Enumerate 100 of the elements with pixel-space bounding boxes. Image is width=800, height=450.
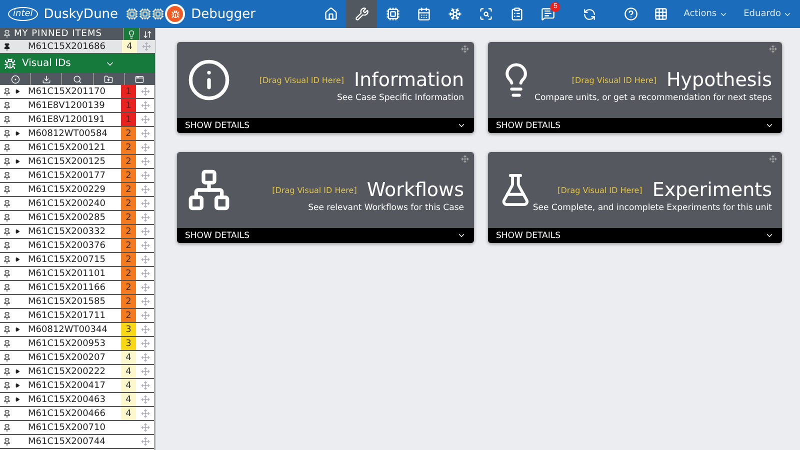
pin-icon[interactable] — [3, 102, 11, 110]
visual-id[interactable]: M61C15X201101 — [28, 268, 121, 278]
card-title: Experiments — [652, 179, 772, 201]
visual-id[interactable]: M61C15X200121 — [28, 142, 121, 152]
expand-caret-icon[interactable] — [14, 131, 20, 136]
visual-id[interactable]: M61C15X200463 — [28, 394, 121, 404]
priority-cell: 4 — [121, 393, 136, 406]
pin-icon[interactable] — [3, 312, 11, 320]
show-details-button[interactable]: SHOW DETAILS — [177, 118, 474, 133]
pin-icon[interactable] — [3, 158, 11, 166]
show-details-button[interactable]: SHOW DETAILS — [177, 228, 474, 243]
pin-icon[interactable] — [3, 88, 11, 96]
visual-id[interactable]: M61C15X201711 — [28, 310, 121, 320]
expand-caret-icon[interactable] — [14, 89, 20, 94]
visual-id[interactable]: M61C15X200466 — [28, 408, 121, 418]
priority-cell: 2 — [121, 155, 136, 168]
visual-id[interactable]: M61C15X200207 — [28, 352, 121, 362]
nav-button[interactable] — [346, 0, 378, 28]
expand-caret-icon[interactable] — [14, 369, 20, 374]
sync-button[interactable] — [583, 8, 596, 20]
pin-icon[interactable] — [3, 242, 11, 250]
move-icon[interactable] — [769, 45, 777, 53]
visual-id[interactable]: M61C15X200953 — [28, 338, 121, 348]
show-details-button[interactable]: SHOW DETAILS — [488, 118, 782, 133]
pin-icon[interactable] — [3, 186, 11, 194]
card-subtitle: See Complete, and incomplete Experiments for this unit — [532, 203, 772, 213]
info-icon — [187, 58, 231, 102]
chip-icon — [386, 7, 400, 21]
priority-cell: 1 — [121, 113, 136, 126]
visual-id[interactable]: M61C15X201585 — [28, 296, 121, 306]
show-details-button[interactable]: SHOW DETAILS — [488, 228, 782, 243]
visual-id[interactable]: M60812WT00344 — [28, 324, 121, 334]
visual-id[interactable]: M61C15X200744 — [28, 436, 121, 446]
visual-id[interactable]: M61E8V1200139 — [28, 100, 121, 110]
expand-caret-icon[interactable] — [14, 159, 20, 164]
card-title: Hypothesis — [666, 69, 772, 91]
help-button[interactable] — [624, 7, 638, 21]
move-icon[interactable] — [461, 45, 469, 53]
pin-icon[interactable] — [3, 270, 11, 278]
visual-id[interactable]: M61C15X200229 — [28, 184, 121, 194]
pin-icon[interactable] — [3, 256, 11, 264]
menu-dropdown[interactable]: Eduardo — [744, 9, 792, 19]
expand-caret-icon[interactable] — [14, 397, 20, 402]
visual-id[interactable]: M61C15X200285 — [28, 212, 121, 222]
lightbulb-icon[interactable] — [123, 28, 139, 40]
pin-icon[interactable] — [3, 172, 11, 180]
page-title: Debugger — [191, 6, 256, 22]
card-title: Information — [354, 69, 464, 91]
expand-caret-icon[interactable] — [14, 327, 20, 332]
visual-id[interactable]: M60812WT00584 — [28, 128, 121, 138]
pin-icon[interactable] — [3, 130, 11, 138]
visual-id[interactable]: M61C15X200222 — [28, 366, 121, 376]
visual-id[interactable]: M61C15X200715 — [28, 254, 121, 264]
menu-dropdown[interactable]: Actions — [684, 9, 728, 19]
pin-icon[interactable] — [3, 368, 11, 376]
visual-id[interactable]: M61C15X200332 — [28, 226, 121, 236]
group-header[interactable]: Visual IDs — [0, 54, 155, 73]
message-icon — [540, 7, 555, 21]
drop-hint: [Drag Visual ID Here] — [558, 186, 642, 194]
pin-icon[interactable] — [3, 410, 11, 418]
expand-caret-icon[interactable] — [14, 257, 20, 262]
visual-id[interactable]: M61C15X200376 — [28, 240, 121, 250]
snowflake-icon — [448, 7, 462, 21]
pin-icon[interactable] — [3, 382, 11, 390]
visual-id[interactable]: M61E8V1200191 — [28, 114, 121, 124]
apps-grid-button[interactable] — [654, 7, 668, 21]
pin-icon[interactable] — [3, 326, 11, 334]
visual-id[interactable]: M61C15X200125 — [28, 156, 121, 166]
visual-id[interactable]: M61C15X200417 — [28, 380, 121, 390]
pin-icon[interactable] — [3, 144, 11, 152]
pin-icon[interactable] — [3, 298, 11, 306]
visual-id[interactable]: M61C15X200240 — [28, 198, 121, 208]
visual-id[interactable]: M61C15X201166 — [28, 282, 121, 292]
pin-icon[interactable] — [3, 438, 11, 446]
priority-cell: 2 — [121, 295, 136, 308]
priority-cell: 2 — [121, 309, 136, 322]
move-icon[interactable] — [769, 155, 777, 163]
app-name: DuskyDune — [44, 6, 118, 22]
visual-id[interactable]: M61C15X200710 — [28, 422, 121, 432]
pin-icon[interactable] — [3, 396, 11, 404]
visual-id[interactable]: M61C15X200177 — [28, 170, 121, 180]
pin-icon[interactable] — [3, 116, 11, 124]
move-icon[interactable] — [461, 155, 469, 163]
visual-id[interactable]: M61C15X201686 — [28, 42, 122, 52]
expand-caret-icon[interactable] — [14, 383, 20, 388]
pin-icon[interactable] — [3, 354, 11, 362]
search-icon — [73, 74, 82, 84]
pin-icon[interactable] — [3, 340, 11, 348]
pin-icon[interactable] — [3, 424, 11, 432]
pin-icon[interactable] — [3, 228, 11, 236]
pin-icon[interactable] — [3, 214, 11, 222]
card-subtitle: See Case Specific Information — [336, 93, 464, 103]
visual-id[interactable]: M61C15X201170 — [28, 86, 121, 96]
pin-icon[interactable] — [3, 284, 11, 292]
pin-icon[interactable] — [3, 42, 11, 50]
pin-icon[interactable] — [3, 200, 11, 208]
chevron-icon — [765, 231, 774, 240]
clipboard-icon — [510, 7, 524, 21]
drop-hint: [Drag Visual ID Here] — [259, 76, 344, 84]
expand-caret-icon[interactable] — [14, 229, 20, 234]
